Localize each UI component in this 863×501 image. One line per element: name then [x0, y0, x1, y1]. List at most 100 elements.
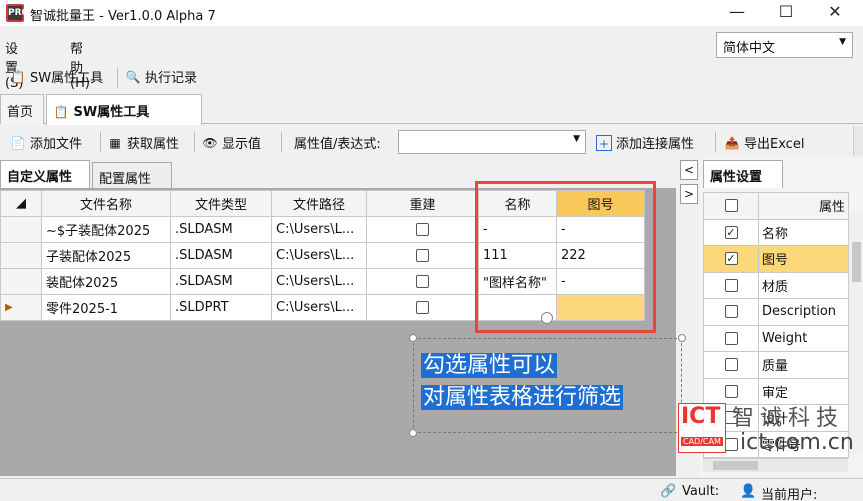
props-col-header[interactable]: 属性 [758, 192, 849, 220]
prop-name[interactable]: 名称 [758, 218, 849, 246]
add-file-button[interactable]: 📄 添加文件 [10, 133, 83, 153]
row-header[interactable] [0, 268, 42, 295]
col-header-file-name[interactable]: 文件名称 [41, 190, 171, 217]
cell-rebuild[interactable] [366, 242, 479, 269]
props-vertical-scrollbar[interactable] [848, 212, 863, 454]
prop-checkbox[interactable] [724, 358, 738, 372]
current-user: 当前用户: [761, 488, 818, 501]
props-select-all[interactable] [703, 192, 759, 220]
tab-props-settings[interactable]: 属性设置 [703, 160, 783, 188]
prop-checkbox-cell[interactable] [703, 245, 759, 273]
rebuild-checkbox[interactable] [416, 223, 429, 236]
select-all-checkbox[interactable] [724, 199, 738, 213]
show-value-button[interactable]: 👁 显示值 [202, 133, 262, 153]
prop-checkbox-cell[interactable] [703, 218, 759, 246]
cell-rebuild[interactable] [366, 268, 479, 295]
sw-props-tool-button[interactable]: 📋 SW属性工具 [10, 67, 104, 87]
list-item[interactable]: 质量 [703, 351, 849, 379]
add-link-prop-label: 添加连接属性 [616, 137, 695, 152]
clipboard-icon: 📋 [53, 105, 69, 119]
resize-handle[interactable] [678, 334, 686, 342]
window-title: 智诚批量王 - Ver1.0.0 Alpha 7 [30, 9, 216, 24]
list-item[interactable]: 名称 [703, 218, 849, 246]
chevron-down-icon: ▼ [839, 37, 846, 47]
prop-name[interactable]: Description [758, 298, 849, 326]
cell-file-type[interactable]: .SLDPRT [170, 294, 272, 321]
plus-icon: + [596, 134, 612, 151]
row-header[interactable] [0, 216, 42, 243]
tab-sw-props[interactable]: 📋 SW属性工具 [46, 94, 202, 125]
prop-checkbox[interactable] [724, 331, 738, 345]
prop-checkbox-cell[interactable] [703, 271, 759, 299]
cell-rebuild[interactable] [366, 216, 479, 243]
list-item[interactable]: Weight [703, 324, 849, 352]
collapse-right-button[interactable]: > [680, 184, 698, 204]
prop-checkbox[interactable] [724, 384, 738, 398]
rebuild-checkbox[interactable] [416, 301, 429, 314]
ict-logo-text: ICT [681, 404, 721, 429]
scroll-thumb[interactable] [713, 461, 758, 470]
grid-corner[interactable]: ◢ [0, 190, 42, 217]
get-props-button[interactable]: ▦ 获取属性 [107, 133, 179, 153]
rebuild-checkbox[interactable] [416, 275, 429, 288]
prop-name[interactable]: 图号 [758, 245, 849, 273]
cell-file-name[interactable]: 子装配体2025 [41, 242, 171, 269]
expr-input[interactable]: ▼ [398, 130, 586, 154]
rotate-handle[interactable] [541, 312, 553, 324]
prop-checkbox[interactable] [724, 252, 738, 266]
col-header-file-path[interactable]: 文件路径 [271, 190, 367, 217]
maximize-button[interactable]: ☐ [763, 0, 809, 26]
list-item[interactable]: 图号 [703, 245, 849, 273]
tab-sw-props-label: SW属性工具 [73, 105, 150, 120]
export-excel-button[interactable]: 📤 导出Excel [724, 133, 805, 153]
rebuild-checkbox[interactable] [416, 249, 429, 262]
col-header-rebuild[interactable]: 重建 [366, 190, 479, 217]
cell-file-path[interactable]: C:\Users\L... [271, 268, 367, 295]
add-file-label: 添加文件 [30, 137, 83, 152]
exec-log-button[interactable]: 🔍 执行记录 [125, 67, 198, 87]
prop-checkbox[interactable] [724, 225, 738, 239]
user-icon: 👤 [740, 484, 757, 499]
show-value-label: 显示值 [222, 137, 262, 152]
cell-file-path[interactable]: C:\Users\L... [271, 294, 367, 321]
document-icon: 📄 [10, 135, 26, 150]
cell-file-type[interactable]: .SLDASM [170, 242, 272, 269]
cell-file-type[interactable]: .SLDASM [170, 216, 272, 243]
prop-checkbox[interactable] [724, 305, 738, 319]
prop-checkbox-cell[interactable] [703, 298, 759, 326]
col-header-file-type[interactable]: 文件类型 [170, 190, 272, 217]
scroll-thumb[interactable] [852, 242, 861, 282]
cell-rebuild[interactable] [366, 294, 479, 321]
language-select[interactable]: 简体中文 ▼ [716, 32, 853, 58]
vault-status: Vault: [682, 484, 720, 499]
toolbar-scrollbar[interactable] [853, 126, 863, 156]
cell-file-type[interactable]: .SLDASM [170, 268, 272, 295]
prop-name[interactable]: 质量 [758, 351, 849, 379]
prop-name[interactable]: 材质 [758, 271, 849, 299]
close-button[interactable]: ✕ [812, 0, 858, 26]
cell-file-path[interactable]: C:\Users\L... [271, 242, 367, 269]
add-link-prop-button[interactable]: + 添加连接属性 [596, 133, 694, 152]
cell-file-name[interactable]: 装配体2025 [41, 268, 171, 295]
cell-file-path[interactable]: C:\Users\L... [271, 216, 367, 243]
prop-checkbox[interactable] [724, 278, 738, 292]
row-header[interactable] [0, 242, 42, 269]
tab-custom-props[interactable]: 自定义属性 [0, 160, 90, 188]
cell-file-name[interactable]: ~$子装配体2025 [41, 216, 171, 243]
prop-name[interactable]: Weight [758, 324, 849, 352]
tab-config-props[interactable]: 配置属性 [92, 162, 172, 190]
resize-handle[interactable] [409, 334, 417, 342]
row-header[interactable]: ▶ [0, 294, 42, 321]
prop-checkbox-cell[interactable] [703, 351, 759, 379]
list-item[interactable]: 材质 [703, 271, 849, 299]
prop-checkbox[interactable] [724, 437, 738, 451]
tab-home[interactable]: 首页 [0, 94, 44, 124]
props-horizontal-scrollbar[interactable] [703, 458, 848, 472]
collapse-left-button[interactable]: < [680, 160, 698, 180]
cell-file-name[interactable]: 零件2025-1 [41, 294, 171, 321]
prop-checkbox-cell[interactable] [703, 324, 759, 352]
resize-handle[interactable] [409, 429, 417, 437]
list-item[interactable]: Description [703, 298, 849, 326]
minimize-button[interactable]: — [714, 0, 760, 26]
export-icon: 📤 [724, 135, 740, 150]
